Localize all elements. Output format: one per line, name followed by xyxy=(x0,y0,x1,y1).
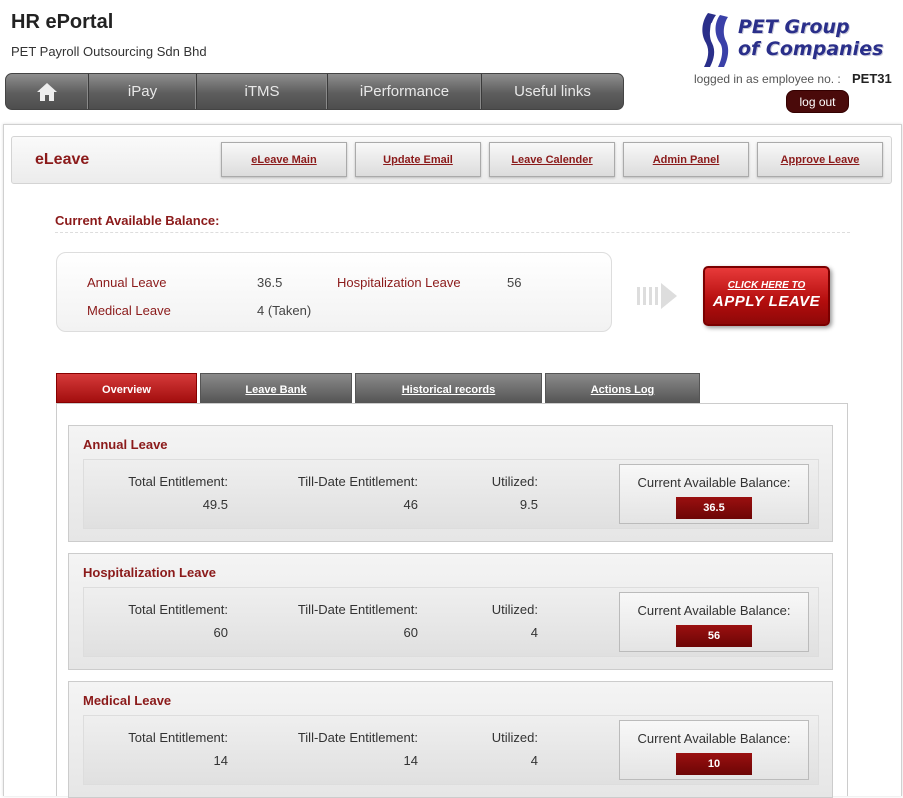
logo-line-1: PET Group xyxy=(738,16,850,38)
tab-actions-log[interactable]: Actions Log xyxy=(545,373,700,403)
top-nav: iPay iTMS iPerformance Useful links xyxy=(5,73,624,110)
nav-itms[interactable]: iTMS xyxy=(197,74,328,109)
card-stats: Total Entitlement: 49.5 Till-Date Entitl… xyxy=(83,459,819,529)
medical-leave-label: Medical Leave xyxy=(87,303,171,318)
home-icon xyxy=(37,82,57,101)
current-balance-value: 10 xyxy=(676,753,752,775)
faces-logo-icon xyxy=(702,13,729,67)
app-title: HR ePortal xyxy=(11,11,114,33)
approve-leave-button[interactable]: Approve Leave xyxy=(757,142,883,177)
medical-leave-value: 4 (Taken) xyxy=(257,303,312,318)
section-title: eLeave xyxy=(35,151,90,168)
utilized-value: 4 xyxy=(530,753,538,768)
total-entitlement-value: 49.5 xyxy=(202,497,228,512)
admin-panel-button[interactable]: Admin Panel xyxy=(623,142,749,177)
tab-historical-records[interactable]: Historical records xyxy=(355,373,542,403)
current-balance-box: Current Available Balance: 10 xyxy=(619,720,809,780)
total-entitlement-label: Total Entitlement: xyxy=(128,730,228,745)
logo-line-2: of Companies xyxy=(738,38,884,60)
total-entitlement-value: 14 xyxy=(213,753,228,768)
current-balance-box: Current Available Balance: 56 xyxy=(619,592,809,652)
utilized-label: Utilized: xyxy=(491,730,538,745)
balance-heading: Current Available Balance: xyxy=(55,213,220,228)
card-stats: Total Entitlement: 60 Till-Date Entitlem… xyxy=(83,587,819,657)
utilized-value: 4 xyxy=(530,625,538,640)
total-entitlement-label: Total Entitlement: xyxy=(128,602,228,617)
arrow-right-icon xyxy=(637,283,677,309)
leave-card-annual: Annual Leave Total Entitlement: 49.5 Til… xyxy=(68,425,833,542)
balance-summary: Annual Leave 36.5 Hospitalization Leave … xyxy=(56,252,612,332)
till-date-value: 46 xyxy=(403,497,418,512)
login-label: logged in as employee no. : xyxy=(694,72,841,86)
leave-card-hospitalization: Hospitalization Leave Total Entitlement:… xyxy=(68,553,833,670)
till-date-label: Till-Date Entitlement: xyxy=(297,730,418,745)
logo-text: PET Group of Companies xyxy=(738,16,883,60)
tab-leave-bank[interactable]: Leave Bank xyxy=(200,373,352,403)
current-balance-label: Current Available Balance: xyxy=(637,731,791,746)
divider xyxy=(55,232,850,233)
nav-iperformance[interactable]: iPerformance xyxy=(328,74,482,109)
card-stats: Total Entitlement: 14 Till-Date Entitlem… xyxy=(83,715,819,785)
utilized-label: Utilized: xyxy=(491,474,538,489)
nav-useful-links[interactable]: Useful links xyxy=(482,74,623,109)
current-balance-label: Current Available Balance: xyxy=(637,603,791,618)
apply-leave-text: APPLY LEAVE xyxy=(712,293,821,310)
annual-leave-label: Annual Leave xyxy=(87,275,167,290)
card-title: Annual Leave xyxy=(83,437,168,452)
eleave-main-button[interactable]: eLeave Main xyxy=(221,142,347,177)
card-title: Medical Leave xyxy=(83,693,172,708)
current-balance-value: 36.5 xyxy=(676,497,752,519)
current-balance-value: 56 xyxy=(676,625,752,647)
till-date-value: 60 xyxy=(403,625,418,640)
utilized-label: Utilized: xyxy=(491,602,538,617)
employee-id: PET31 xyxy=(852,71,892,86)
company-logo: PET Group of Companies xyxy=(698,11,888,69)
hospitalization-leave-label: Hospitalization Leave xyxy=(337,275,461,290)
hospitalization-leave-value: 56 xyxy=(507,275,522,290)
current-balance-label: Current Available Balance: xyxy=(637,475,791,490)
current-balance-box: Current Available Balance: 36.5 xyxy=(619,464,809,524)
card-title: Hospitalization Leave xyxy=(83,565,216,580)
annual-leave-value: 36.5 xyxy=(257,275,283,290)
logout-button[interactable]: log out xyxy=(786,90,849,113)
till-date-label: Till-Date Entitlement: xyxy=(297,602,418,617)
leave-card-medical: Medical Leave Total Entitlement: 14 Till… xyxy=(68,681,833,798)
till-date-value: 14 xyxy=(403,753,418,768)
update-email-button[interactable]: Update Email xyxy=(355,142,481,177)
utilized-value: 9.5 xyxy=(519,497,538,512)
apply-leave-small-text: CLICK HERE TO xyxy=(727,280,806,291)
nav-home[interactable] xyxy=(6,74,89,109)
tab-overview[interactable]: Overview xyxy=(56,373,197,403)
leave-calender-button[interactable]: Leave Calender xyxy=(489,142,615,177)
total-entitlement-label: Total Entitlement: xyxy=(128,474,228,489)
apply-leave-button[interactable]: CLICK HERE TO APPLY LEAVE xyxy=(703,266,830,326)
till-date-label: Till-Date Entitlement: xyxy=(297,474,418,489)
nav-ipay[interactable]: iPay xyxy=(89,74,197,109)
total-entitlement-value: 60 xyxy=(213,625,228,640)
company-name: PET Payroll Outsourcing Sdn Bhd xyxy=(11,44,207,59)
